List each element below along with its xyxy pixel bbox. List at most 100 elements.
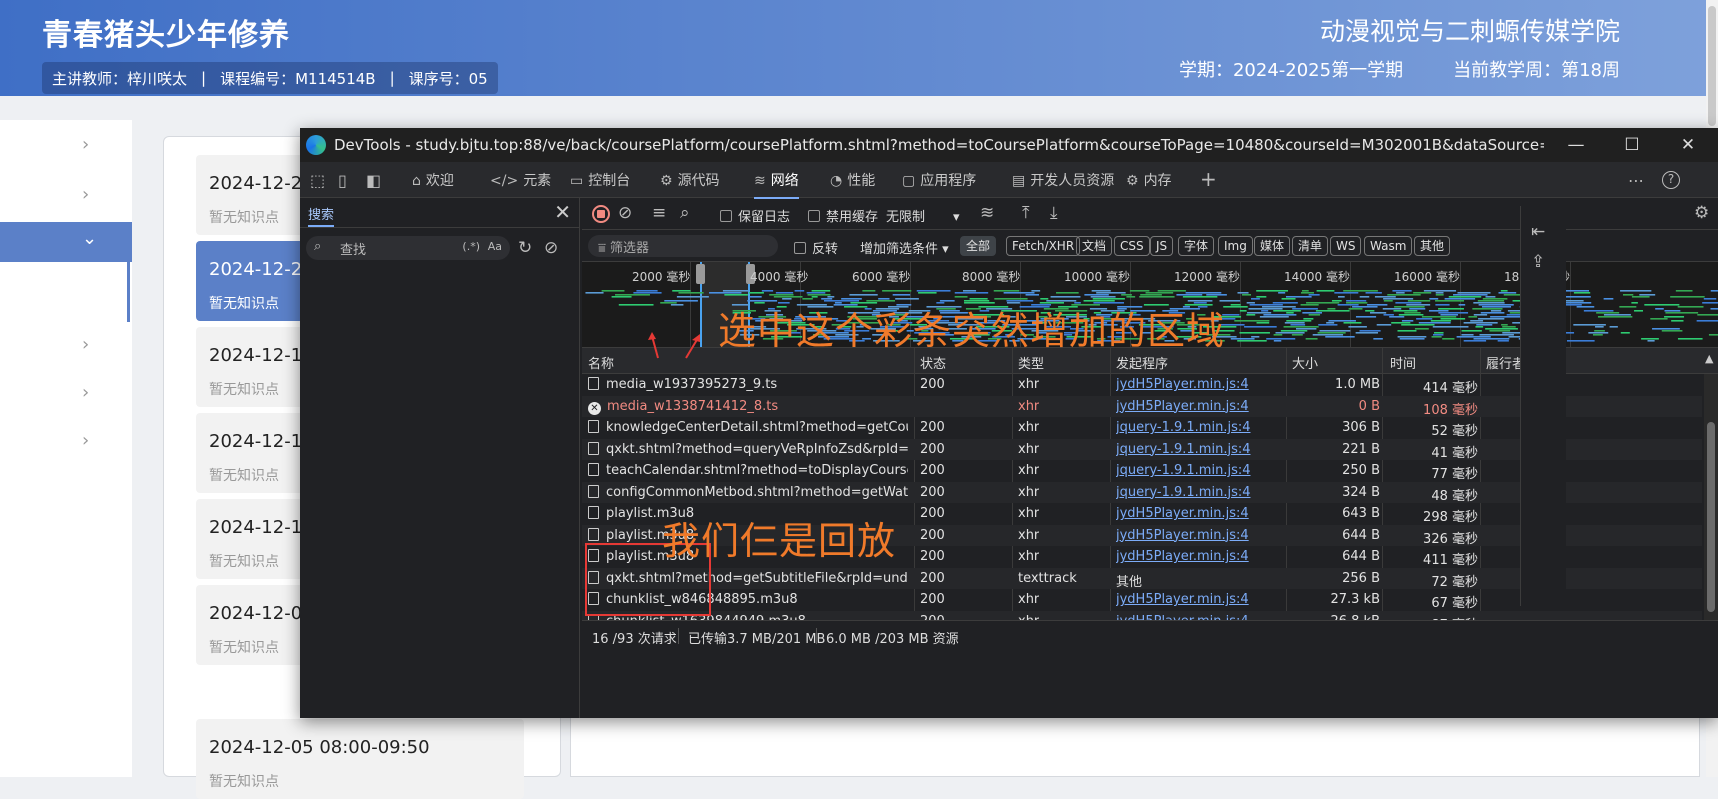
match-case-toggle[interactable]: Aa <box>488 240 502 253</box>
filter-icon[interactable]: ≡ <box>652 203 666 223</box>
search-input[interactable]: ⌕ 查找 (.*) Aa <box>306 236 510 260</box>
minimize-button[interactable]: — <box>1548 128 1604 162</box>
tab-dev-resources[interactable]: ▤ 开发人员资源 <box>1012 170 1114 190</box>
request-initiator[interactable]: jquery-1.9.1.min.js:4 <box>1116 420 1282 435</box>
overview-bar <box>1407 300 1431 302</box>
filter-chip-js[interactable]: JS <box>1150 236 1174 256</box>
filter-chip-wasm[interactable]: Wasm <box>1364 236 1413 256</box>
close-button[interactable]: ✕ <box>1660 128 1716 162</box>
regex-toggle[interactable]: (.*) <box>462 240 480 253</box>
throttle-select[interactable]: 无限制 ▾ <box>886 206 960 225</box>
session-card[interactable]: 2024-12-05 08:00-09:50 暂无知识点 <box>196 719 524 799</box>
tab-performance[interactable]: ◔ 性能 <box>830 170 875 190</box>
nav-item[interactable]: › <box>0 320 132 370</box>
request-initiator[interactable]: jquery-1.9.1.min.js:4 <box>1116 442 1282 457</box>
filter-chip-ws[interactable]: WS <box>1330 236 1362 256</box>
close-icon[interactable]: ✕ <box>554 200 571 224</box>
tab-welcome[interactable]: ⌂ 欢迎 <box>412 170 454 190</box>
settings-icon[interactable]: ⚙ <box>1694 203 1709 223</box>
page-scrollbar-thumb[interactable] <box>1708 6 1716 126</box>
preserve-log-checkbox[interactable]: 保留日志 <box>720 206 790 225</box>
overview-bar <box>1479 334 1514 336</box>
request-initiator[interactable]: jydH5Player.min.js:4 <box>1116 506 1282 521</box>
search-icon[interactable]: ⌕ <box>680 203 690 223</box>
filter-chip-doc[interactable]: 文档 <box>1076 236 1113 256</box>
table-row[interactable]: chunklist_w1639844949.m3u8200xhrjydH5Pla… <box>582 610 1702 620</box>
tab-application[interactable]: ▢ 应用程序 <box>902 170 976 190</box>
filter-chip-other[interactable]: 其他 <box>1414 236 1451 256</box>
request-initiator[interactable]: jydH5Player.min.js:4 <box>1116 549 1282 564</box>
dock-panel-icon[interactable]: ⇤ <box>1531 222 1545 242</box>
request-initiator[interactable]: 其他 <box>1116 571 1282 590</box>
request-initiator[interactable]: jydH5Player.min.js:4 <box>1116 528 1282 543</box>
nav-item-active[interactable]: ⌄ <box>0 222 132 262</box>
refresh-icon[interactable]: ↻ <box>518 238 532 258</box>
record-button[interactable] <box>592 205 610 223</box>
request-name: media_w1937395273_9.ts <box>588 377 908 392</box>
col-status[interactable]: 状态 <box>920 353 946 372</box>
clear-icon[interactable]: ⊘ <box>618 203 632 223</box>
filter-chip-fetch[interactable]: Fetch/XHR <box>1006 236 1081 256</box>
inspect-icon[interactable]: ⬚ <box>310 171 325 190</box>
nav-subitem-selected[interactable] <box>0 262 130 322</box>
request-size: 0 B <box>1358 398 1380 414</box>
overview-bar <box>827 296 835 298</box>
nav-item[interactable]: › <box>0 416 132 466</box>
dock-icon[interactable]: ◧ <box>366 171 381 190</box>
overview-bar <box>918 292 937 294</box>
filter-chip-media[interactable]: 媒体 <box>1254 236 1291 256</box>
nav-item[interactable]: › <box>0 120 132 170</box>
request-initiator[interactable]: jquery-1.9.1.min.js:4 <box>1116 485 1282 500</box>
filter-chip-all[interactable]: 全部 <box>960 236 997 256</box>
overview-bar <box>1230 338 1255 340</box>
request-initiator[interactable]: jydH5Player.min.js:4 <box>1116 377 1282 392</box>
request-initiator[interactable]: jydH5Player.min.js:4 <box>1116 592 1282 607</box>
filter-chip-manifest[interactable]: 清单 <box>1292 236 1329 256</box>
overview-bar <box>1664 310 1681 312</box>
devtools-titlebar[interactable]: DevTools - study.bjtu.top:88/ve/back/cou… <box>300 128 1718 162</box>
disable-cache-checkbox[interactable]: 禁用缓存 <box>808 206 878 225</box>
filter-chip-font[interactable]: 字体 <box>1178 236 1215 256</box>
tab-console[interactable]: ▭ 控制台 <box>570 170 630 190</box>
tab-sources[interactable]: ⚙ 源代码 <box>660 170 720 190</box>
col-time[interactable]: 时间 <box>1390 353 1416 372</box>
maximize-button[interactable]: ☐ <box>1604 128 1660 162</box>
overview-bar <box>916 290 951 292</box>
search-tab[interactable]: 搜索 <box>308 204 335 227</box>
upload-icon[interactable]: ⤒ <box>1022 203 1030 223</box>
overview-bar <box>1476 324 1493 326</box>
more-icon[interactable]: ⋯ <box>1628 171 1644 190</box>
table-scrollbar-thumb[interactable] <box>1707 422 1715 612</box>
export-icon[interactable]: ⇪ <box>1531 252 1545 272</box>
filter-chip-css[interactable]: CSS <box>1114 236 1150 256</box>
request-status: 200 <box>920 527 945 543</box>
scroll-up-icon[interactable]: ▲ <box>1705 352 1713 365</box>
overview-bar <box>1631 296 1650 298</box>
search-panel: 搜索 ✕ ⌕ 查找 (.*) Aa ↻ ⊘ <box>300 198 580 718</box>
filter-input[interactable]: ⩸ 筛选器 <box>588 235 778 257</box>
col-size[interactable]: 大小 <box>1292 353 1318 372</box>
add-tab-icon[interactable]: + <box>1200 167 1217 191</box>
device-toolbar-icon[interactable]: ▯ <box>338 171 347 190</box>
tab-network[interactable]: ≋ 网络 <box>754 170 799 199</box>
request-initiator[interactable]: jquery-1.9.1.min.js:4 <box>1116 463 1282 478</box>
help-icon[interactable]: ? <box>1662 171 1680 189</box>
request-initiator[interactable]: jydH5Player.min.js:4 <box>1116 399 1282 414</box>
nav-item[interactable]: › <box>0 170 132 220</box>
overview-bar <box>1318 324 1338 326</box>
filter-chip-img[interactable]: Img <box>1218 236 1253 256</box>
nav-item[interactable]: › <box>0 368 132 418</box>
download-icon[interactable]: ⤓ <box>1050 203 1058 223</box>
table-scrollbar[interactable]: ▲ ▼ <box>1704 352 1718 635</box>
devtools-window: DevTools - study.bjtu.top:88/ve/back/cou… <box>300 128 1718 718</box>
col-name[interactable]: 名称 <box>588 353 614 372</box>
tab-elements[interactable]: </> 元素 <box>490 170 551 190</box>
network-conditions-icon[interactable]: ≋ <box>980 203 994 223</box>
invert-checkbox[interactable]: 反转 <box>794 238 838 257</box>
tab-memory[interactable]: ⚙ 内存 <box>1126 170 1172 190</box>
clear-icon[interactable]: ⊘ <box>544 238 558 258</box>
overview-bar <box>1696 320 1718 322</box>
col-type[interactable]: 类型 <box>1018 353 1044 372</box>
more-filters-dropdown[interactable]: 增加筛选条件 ▾ <box>860 238 949 257</box>
col-initiator[interactable]: 发起程序 <box>1116 353 1168 372</box>
